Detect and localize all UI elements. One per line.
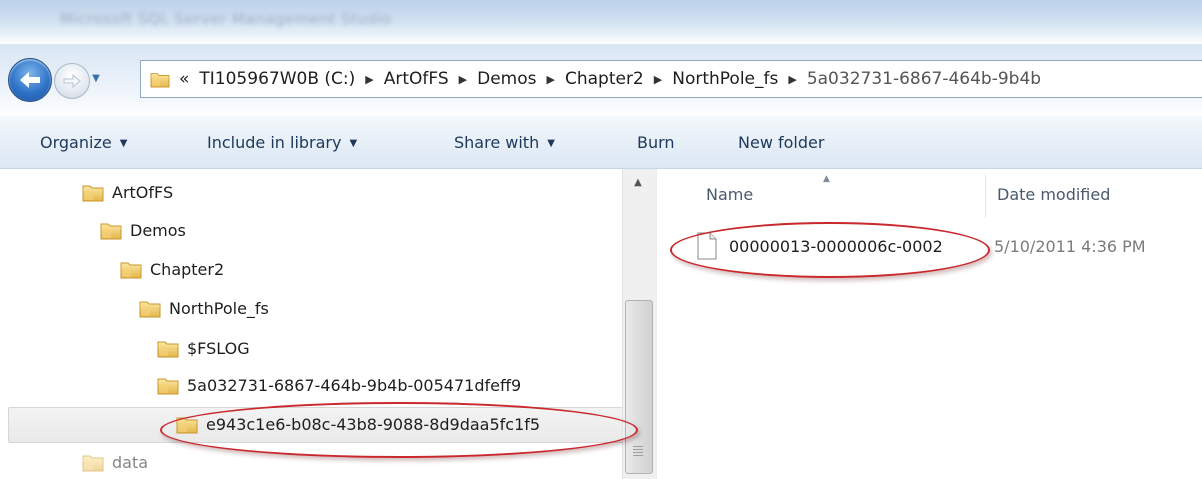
folder-icon [82, 182, 104, 202]
tree-item-label: Demos [130, 220, 186, 240]
tree-item-data[interactable]: data [82, 452, 148, 472]
chevron-down-icon: ▼ [349, 138, 358, 149]
breadcrumb-demos[interactable]: Demos [477, 69, 536, 89]
new-folder-label: New folder [738, 133, 825, 152]
tree-item-label: ArtOfFS [112, 182, 174, 202]
chevron-right-icon[interactable]: ▶ [788, 73, 796, 86]
include-in-library-button[interactable]: Include in library ▼ [207, 133, 357, 152]
organize-label: Organize [40, 133, 112, 152]
command-bar [0, 116, 1202, 169]
tree-item-guid-5a032731[interactable]: 5a032731-6867-464b-9b4b-005471dfeff9 [157, 375, 521, 395]
recent-pages-dropdown-icon[interactable]: ▼ [90, 72, 102, 86]
breadcrumb-drive[interactable]: TI105967W0B (C:) [199, 69, 355, 89]
share-with-button[interactable]: Share with ▼ [454, 133, 555, 152]
burn-button[interactable]: Burn [637, 133, 675, 152]
tree-item-demos[interactable]: Demos [100, 220, 186, 240]
address-bar[interactable]: « TI105967W0B (C:) ▶ ArtOfFS ▶ Demos ▶ C… [140, 60, 1202, 98]
chevron-down-icon: ▼ [547, 138, 555, 149]
tree-item-label: data [112, 452, 149, 472]
breadcrumb-artoffs[interactable]: ArtOfFS [384, 69, 449, 89]
tree-item-label: $FSLOG [187, 338, 250, 358]
tree-item-fslog[interactable]: $FSLOG [157, 338, 250, 358]
chevron-right-icon[interactable]: ▶ [459, 73, 467, 86]
back-button[interactable] [8, 58, 52, 102]
title-bar: Microsoft SQL Server Management Studio [0, 0, 1202, 44]
breadcrumb-guid-folder[interactable]: 5a032731-6867-464b-9b4b [807, 69, 1041, 89]
include-in-library-label: Include in library [207, 133, 342, 152]
highlight-oval-folder [160, 402, 638, 458]
file-date-modified: 5/10/2011 4:36 PM [994, 237, 1146, 256]
new-folder-button[interactable]: New folder [738, 133, 824, 152]
column-header-name[interactable]: Name [706, 185, 753, 204]
folder-icon [139, 298, 161, 318]
highlight-oval-file [670, 222, 990, 278]
organize-button[interactable]: Organize ▼ [40, 133, 127, 152]
folder-icon [149, 70, 171, 88]
tree-item-label: Chapter2 [150, 259, 225, 279]
tree-item-label: NorthPole_fs [169, 298, 269, 318]
tree-item-northpole-fs[interactable]: NorthPole_fs [139, 298, 269, 318]
chevron-right-icon[interactable]: ▶ [654, 73, 662, 86]
address-overflow[interactable]: « [179, 69, 189, 89]
folder-icon [120, 259, 142, 279]
chevron-right-icon[interactable]: ▶ [365, 73, 373, 86]
window-title: Microsoft SQL Server Management Studio [60, 10, 392, 28]
forward-button[interactable] [54, 63, 90, 99]
share-with-label: Share with [454, 133, 540, 152]
back-arrow-icon [20, 72, 40, 88]
scroll-up-arrow-icon[interactable]: ▲ [626, 177, 650, 195]
folder-icon [100, 220, 122, 240]
file-list-pane [656, 169, 1202, 479]
breadcrumb-chapter2[interactable]: Chapter2 [565, 69, 644, 89]
burn-label: Burn [637, 133, 675, 152]
tree-item-chapter2[interactable]: Chapter2 [120, 259, 224, 279]
folder-icon [157, 338, 179, 358]
chevron-down-icon: ▼ [119, 138, 128, 149]
breadcrumb-northpole-fs[interactable]: NorthPole_fs [672, 69, 778, 89]
forward-arrow-icon [63, 73, 81, 89]
grip-icon [633, 446, 643, 456]
tree-item-label: 5a032731-6867-464b-9b4b-005471dfeff9 [187, 375, 522, 395]
tree-item-artoffs[interactable]: ArtOfFS [82, 182, 173, 202]
column-header-date-modified[interactable]: Date modified [997, 185, 1110, 204]
folder-icon [82, 452, 104, 472]
sort-ascending-icon: ▲ [823, 174, 830, 184]
chevron-right-icon[interactable]: ▶ [547, 73, 555, 86]
folder-icon [157, 375, 179, 395]
column-divider[interactable] [985, 174, 986, 218]
